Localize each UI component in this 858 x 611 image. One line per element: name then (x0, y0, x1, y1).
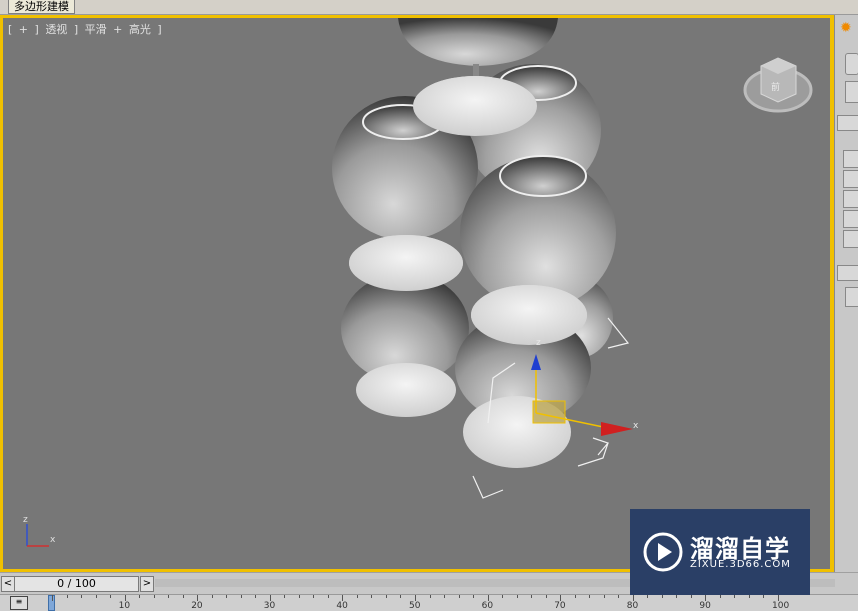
ruler-tick (226, 595, 228, 598)
viewcube-front-label: 前 (771, 81, 780, 93)
viewport-general-menu[interactable]: + (19, 23, 28, 36)
ruler-tick (690, 595, 692, 598)
ruler-tick (574, 595, 576, 598)
ruler-tick (400, 595, 402, 598)
ruler-tick (153, 595, 155, 598)
ruler-tick (284, 595, 286, 598)
axis-z-label: z (23, 515, 28, 525)
ruler-tick (618, 595, 620, 598)
ruler-tick (95, 595, 97, 598)
ruler-tick (473, 595, 475, 598)
watermark-logo: 溜溜自学 ZIXUE.3D66.COM (630, 509, 810, 595)
ruler-tick (168, 595, 170, 598)
scene-render[interactable]: z x 前 z x (3, 18, 830, 569)
ruler-tick (182, 595, 184, 598)
ruler-tick (313, 595, 315, 598)
ruler-tick (110, 595, 112, 598)
label-bracket-close-2: ] (73, 23, 79, 36)
ruler-tick (298, 595, 300, 598)
ruler-tick (661, 595, 663, 598)
ruler-tick (429, 595, 431, 598)
viewport-shading-menu[interactable]: 平滑 (85, 23, 107, 36)
label-bracket-end: ] (157, 23, 162, 36)
ruler-tick (255, 595, 257, 598)
ruler-tick (502, 595, 504, 598)
name-field[interactable] (845, 287, 858, 307)
label-plus: + (113, 23, 123, 36)
ruler-tick (371, 595, 373, 598)
glass-top-base (413, 76, 537, 136)
panel-button-1[interactable] (843, 150, 858, 168)
ruler-tick (719, 595, 721, 598)
panel-button-3[interactable] (843, 190, 858, 208)
axis-tripod: z x (23, 515, 56, 547)
watermark-subtitle: ZIXUE.3D66.COM (690, 559, 791, 570)
ruler-tick (240, 595, 242, 598)
time-slider-handle[interactable]: 0 / 100 (14, 576, 139, 592)
ruler-tick (211, 595, 213, 598)
wine-glass-left-lower[interactable] (341, 235, 469, 417)
create-star-icon[interactable]: ✹ (840, 20, 852, 36)
ruler-tick (516, 595, 518, 598)
ruler-tick (139, 595, 141, 598)
document-tab[interactable]: 多边形建模 (8, 0, 75, 14)
ruler-tick (66, 595, 68, 598)
ruler-tick (589, 595, 591, 598)
x-axis-arrow[interactable] (601, 422, 633, 436)
ruler-tick (458, 595, 460, 598)
command-panel: ✹ (834, 15, 858, 572)
label-bracket-close: ] (34, 23, 39, 36)
ruler-tick (531, 595, 533, 598)
panel-button-2[interactable] (843, 170, 858, 188)
ruler-tick (327, 595, 329, 598)
ruler-tick (356, 595, 358, 598)
ruler-tick (545, 595, 547, 598)
ruler-tick (385, 595, 387, 598)
ruler-tick (748, 595, 750, 598)
panel-button-5[interactable] (843, 230, 858, 248)
gizmo-x-label: x (633, 421, 639, 431)
viewport-highlight-menu[interactable]: 高光 (129, 23, 151, 36)
ruler-tick (676, 595, 678, 598)
ruler-tick (52, 595, 53, 601)
rollout-header[interactable] (837, 115, 858, 131)
gizmo-z-label: z (536, 338, 541, 348)
track-bar[interactable]: ≡ 10 20 30 40 50 60 70 80 90 100 (0, 594, 858, 611)
ruler-tick (81, 595, 83, 598)
play-logo-icon (643, 532, 683, 572)
ruler-tick (734, 595, 736, 598)
title-bar: 多边形建模 (0, 0, 858, 15)
time-next-button[interactable]: > (140, 576, 154, 592)
label-bracket-open: [ (8, 23, 13, 36)
viewcube[interactable]: 前 (743, 57, 813, 113)
ruler-tick (603, 595, 605, 598)
ruler-tick (444, 595, 446, 598)
dropdown-box[interactable] (845, 81, 858, 103)
ruler-tick (763, 595, 765, 598)
ruler-tick (647, 595, 649, 598)
panel-button-4[interactable] (843, 210, 858, 228)
axis-x-label: x (50, 535, 56, 545)
track-bar-icon[interactable]: ≡ (10, 596, 28, 610)
viewport-label-menu[interactable]: [ + ] 透视 ] 平滑 + 高光 ] (8, 21, 165, 37)
object-type-button[interactable] (845, 53, 858, 75)
perspective-viewport[interactable]: z x 前 z x [ + ] 透视 ] 平滑 + 高光 ] (3, 18, 830, 569)
rollout-header-2[interactable] (837, 265, 858, 281)
time-prev-button[interactable]: < (1, 576, 15, 592)
viewport-pov-menu[interactable]: 透视 (45, 23, 67, 36)
